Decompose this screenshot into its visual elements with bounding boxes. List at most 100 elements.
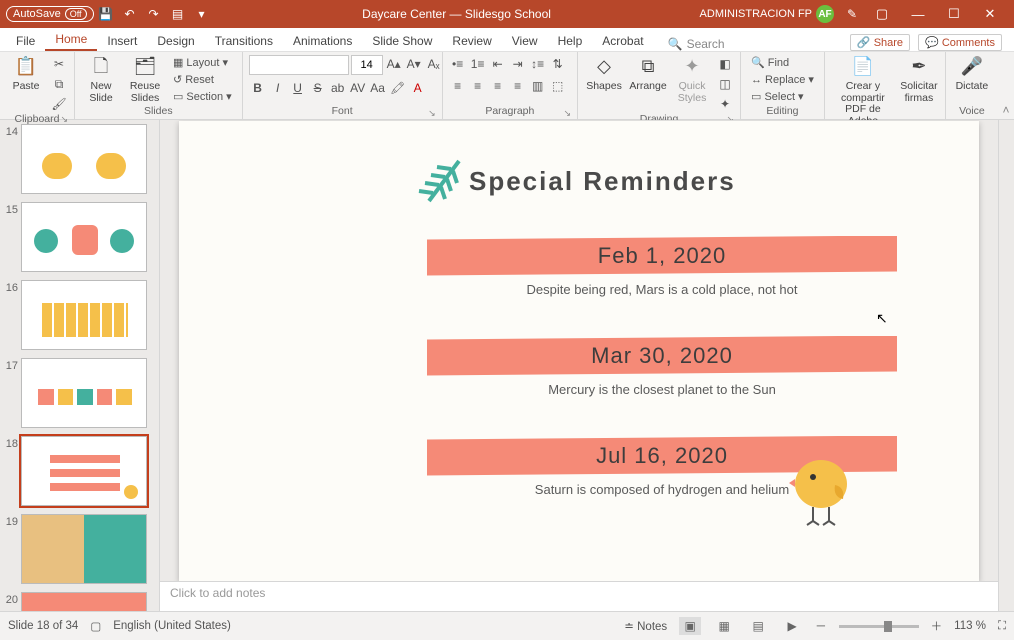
- reset-button[interactable]: ↺ Reset: [169, 72, 236, 87]
- paste-button[interactable]: 📋Paste: [6, 55, 46, 93]
- replace-button[interactable]: ↔ Replace ▾: [747, 72, 818, 87]
- align-center-icon[interactable]: ≡: [469, 77, 487, 95]
- undo-icon[interactable]: ↶: [118, 7, 142, 21]
- avatar[interactable]: AF: [816, 5, 834, 23]
- copy-icon[interactable]: ⧉: [50, 75, 68, 93]
- thumb-17[interactable]: [21, 358, 147, 428]
- tab-view[interactable]: View: [502, 30, 548, 51]
- thumb-14[interactable]: [21, 124, 147, 194]
- tab-design[interactable]: Design: [147, 30, 204, 51]
- minimize-icon[interactable]: —: [900, 7, 936, 22]
- numbering-icon[interactable]: 1≡: [469, 55, 487, 73]
- thumb-20[interactable]: [21, 592, 147, 611]
- indent-dec-icon[interactable]: ⇤: [489, 55, 507, 73]
- collapse-ribbon-icon[interactable]: ˄: [998, 52, 1014, 119]
- indent-inc-icon[interactable]: ⇥: [509, 55, 527, 73]
- paragraph-dialog-icon[interactable]: ↘: [563, 108, 571, 119]
- tab-animations[interactable]: Animations: [283, 30, 362, 51]
- bold-icon[interactable]: B: [249, 79, 267, 97]
- font-dialog-icon[interactable]: ↘: [428, 108, 436, 119]
- strike-icon[interactable]: S: [309, 79, 327, 97]
- tab-help[interactable]: Help: [548, 30, 593, 51]
- qat-more-icon[interactable]: ▾: [190, 7, 214, 21]
- zoom-in-icon[interactable]: ＋: [931, 618, 943, 634]
- shadow-icon[interactable]: ab: [329, 79, 347, 97]
- maximize-icon[interactable]: ☐: [936, 6, 972, 22]
- shape-effects-icon[interactable]: ✦: [716, 95, 734, 113]
- section-button[interactable]: ▭ Section ▾: [169, 89, 236, 104]
- quick-styles-button[interactable]: ✦Quick Styles: [672, 55, 712, 104]
- language[interactable]: English (United States): [113, 620, 231, 632]
- redo-icon[interactable]: ↷: [142, 7, 166, 21]
- thumb-16[interactable]: [21, 280, 147, 350]
- dictate-button[interactable]: 🎤Dictate: [952, 55, 992, 93]
- char-spacing-icon[interactable]: AV: [349, 79, 367, 97]
- search-box[interactable]: 🔍 Search: [668, 37, 725, 51]
- layout-button[interactable]: ▦ Layout ▾: [169, 55, 236, 70]
- slide-count[interactable]: Slide 18 of 34: [8, 620, 78, 632]
- adobe-share-button[interactable]: 📄Crear y compartir PDF de Adobe: [831, 55, 895, 127]
- tab-file[interactable]: File: [6, 30, 45, 51]
- fit-to-window-icon[interactable]: ⛶: [998, 620, 1006, 633]
- tab-acrobat[interactable]: Acrobat: [592, 30, 653, 51]
- underline-icon[interactable]: U: [289, 79, 307, 97]
- touch-mode-icon[interactable]: ✎: [840, 7, 864, 21]
- thumb-18[interactable]: [21, 436, 147, 506]
- increase-font-icon[interactable]: A▴: [385, 55, 403, 73]
- adobe-sign-button[interactable]: ✒Solicitar firmas: [899, 55, 939, 104]
- font-color-icon[interactable]: A: [409, 79, 427, 97]
- share-button[interactable]: 🔗 Share: [850, 34, 910, 51]
- reuse-slides-button[interactable]: 🗂Reuse Slides: [125, 55, 165, 104]
- reminder-1[interactable]: Feb 1, 2020 Despite being red, Mars is a…: [427, 236, 897, 297]
- align-left-icon[interactable]: ≡: [449, 77, 467, 95]
- bullets-icon[interactable]: •≡: [449, 55, 467, 73]
- thumb-15[interactable]: [21, 202, 147, 272]
- sorter-view-icon[interactable]: ▦: [713, 617, 735, 635]
- text-direction-icon[interactable]: ⇅: [549, 55, 567, 73]
- vertical-scrollbar[interactable]: [998, 120, 1014, 611]
- cut-icon[interactable]: ✂: [50, 55, 68, 73]
- notes-button[interactable]: ≐ Notes: [624, 619, 667, 633]
- italic-icon[interactable]: I: [269, 79, 287, 97]
- zoom-out-icon[interactable]: －: [815, 618, 827, 634]
- tab-insert[interactable]: Insert: [97, 30, 147, 51]
- comments-button[interactable]: 💬 Comments: [918, 34, 1002, 51]
- font-family-input[interactable]: [249, 55, 349, 75]
- autosave-toggle[interactable]: AutoSave Off: [6, 6, 94, 22]
- select-button[interactable]: ▭ Select ▾: [747, 89, 818, 104]
- zoom-value[interactable]: 113 %: [954, 620, 986, 632]
- align-right-icon[interactable]: ≡: [489, 77, 507, 95]
- tab-review[interactable]: Review: [442, 30, 501, 51]
- shapes-button[interactable]: ◇Shapes: [584, 55, 624, 93]
- shape-outline-icon[interactable]: ◫: [716, 75, 734, 93]
- save-icon[interactable]: 💾: [94, 7, 118, 21]
- thumb-19[interactable]: [21, 514, 147, 584]
- justify-icon[interactable]: ≡: [509, 77, 527, 95]
- slide-canvas[interactable]: Special Reminders Feb 1, 2020 Despite be…: [160, 120, 998, 581]
- tab-home[interactable]: Home: [45, 28, 97, 51]
- line-spacing-icon[interactable]: ↕≡: [529, 55, 547, 73]
- slide-title[interactable]: Special Reminders: [469, 166, 736, 197]
- notes-pane[interactable]: Click to add notes: [160, 581, 998, 611]
- shape-fill-icon[interactable]: ◧: [716, 55, 734, 73]
- reminder-2[interactable]: Mar 30, 2020 Mercury is the closest plan…: [427, 336, 897, 397]
- slideshow-start-icon[interactable]: ▤: [166, 7, 190, 21]
- find-button[interactable]: 🔍 Find: [747, 55, 818, 70]
- decrease-font-icon[interactable]: A▾: [405, 55, 423, 73]
- change-case-icon[interactable]: Aa: [369, 79, 387, 97]
- thumbnail-pane[interactable]: 14 15 16 17 18 19 20: [0, 120, 160, 611]
- arrange-button[interactable]: ⧉Arrange: [628, 55, 668, 93]
- tab-slideshow[interactable]: Slide Show: [362, 30, 442, 51]
- ribbon-options-icon[interactable]: ▢: [864, 6, 900, 22]
- highlight-icon[interactable]: 🖍: [389, 79, 407, 97]
- format-painter-icon[interactable]: 🖌: [50, 95, 68, 113]
- slide[interactable]: Special Reminders Feb 1, 2020 Despite be…: [179, 121, 979, 581]
- slideshow-view-icon[interactable]: ▶: [781, 617, 803, 635]
- accessibility-icon[interactable]: ▢: [90, 619, 101, 633]
- new-slide-button[interactable]: 🗋New Slide: [81, 55, 121, 104]
- zoom-slider[interactable]: [839, 625, 919, 628]
- close-icon[interactable]: ✕: [972, 6, 1008, 22]
- smartart-icon[interactable]: ⬚: [549, 77, 567, 95]
- normal-view-icon[interactable]: ▣: [679, 617, 701, 635]
- reading-view-icon[interactable]: ▤: [747, 617, 769, 635]
